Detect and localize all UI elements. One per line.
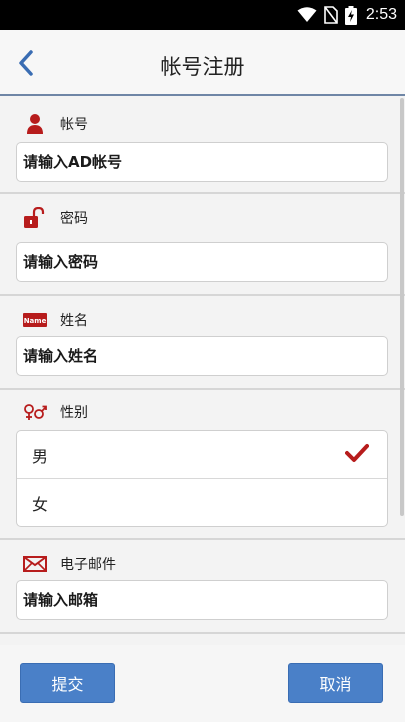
check-icon bbox=[345, 444, 369, 462]
name-tag-icon: Name bbox=[22, 309, 48, 331]
status-icons: 2:53 bbox=[297, 5, 397, 25]
gender-option-male[interactable]: 男 bbox=[17, 431, 387, 479]
unlock-icon bbox=[22, 207, 48, 229]
email-label-row: 电子邮件 bbox=[22, 552, 116, 576]
gender-label: 性别 bbox=[60, 405, 88, 421]
password-input[interactable] bbox=[16, 242, 388, 282]
email-label: 电子邮件 bbox=[60, 557, 116, 573]
gender-option-label: 女 bbox=[32, 495, 49, 514]
no-sim-icon bbox=[324, 6, 338, 24]
email-section: 电子邮件 bbox=[0, 542, 405, 634]
name-label: 姓名 bbox=[60, 313, 88, 329]
envelope-icon bbox=[22, 553, 48, 575]
status-time: 2:53 bbox=[365, 6, 397, 23]
footer: 提交 取消 bbox=[0, 645, 405, 722]
gender-option-female[interactable]: 女 bbox=[17, 479, 387, 527]
name-label-row: Name 姓名 bbox=[22, 308, 88, 332]
password-label-row: 密码 bbox=[22, 206, 88, 230]
scrollbar[interactable] bbox=[400, 98, 404, 516]
gender-options: 男 女 bbox=[16, 430, 388, 527]
account-label-row: 帐号 bbox=[22, 112, 88, 136]
status-bar: 2:53 bbox=[0, 0, 405, 30]
gender-label-row: 性别 bbox=[22, 400, 88, 424]
account-section: 帐号 bbox=[0, 98, 405, 194]
name-section: Name 姓名 bbox=[0, 298, 405, 390]
name-tag-icon-text: Name bbox=[24, 317, 47, 325]
account-input[interactable] bbox=[16, 142, 388, 182]
email-input[interactable] bbox=[16, 580, 388, 620]
app-header: 帐号注册 bbox=[0, 30, 405, 96]
gender-icon bbox=[22, 401, 48, 423]
page-title: 帐号注册 bbox=[160, 55, 245, 79]
gender-option-label: 男 bbox=[32, 447, 49, 466]
cancel-button[interactable]: 取消 bbox=[288, 663, 383, 703]
password-label: 密码 bbox=[60, 211, 88, 227]
battery-charging-icon bbox=[344, 5, 357, 25]
name-input[interactable] bbox=[16, 336, 388, 376]
account-label: 帐号 bbox=[60, 117, 88, 133]
user-icon bbox=[22, 113, 48, 135]
password-section: 密码 bbox=[0, 196, 405, 296]
submit-button[interactable]: 提交 bbox=[20, 663, 115, 703]
wifi-icon bbox=[297, 7, 317, 22]
